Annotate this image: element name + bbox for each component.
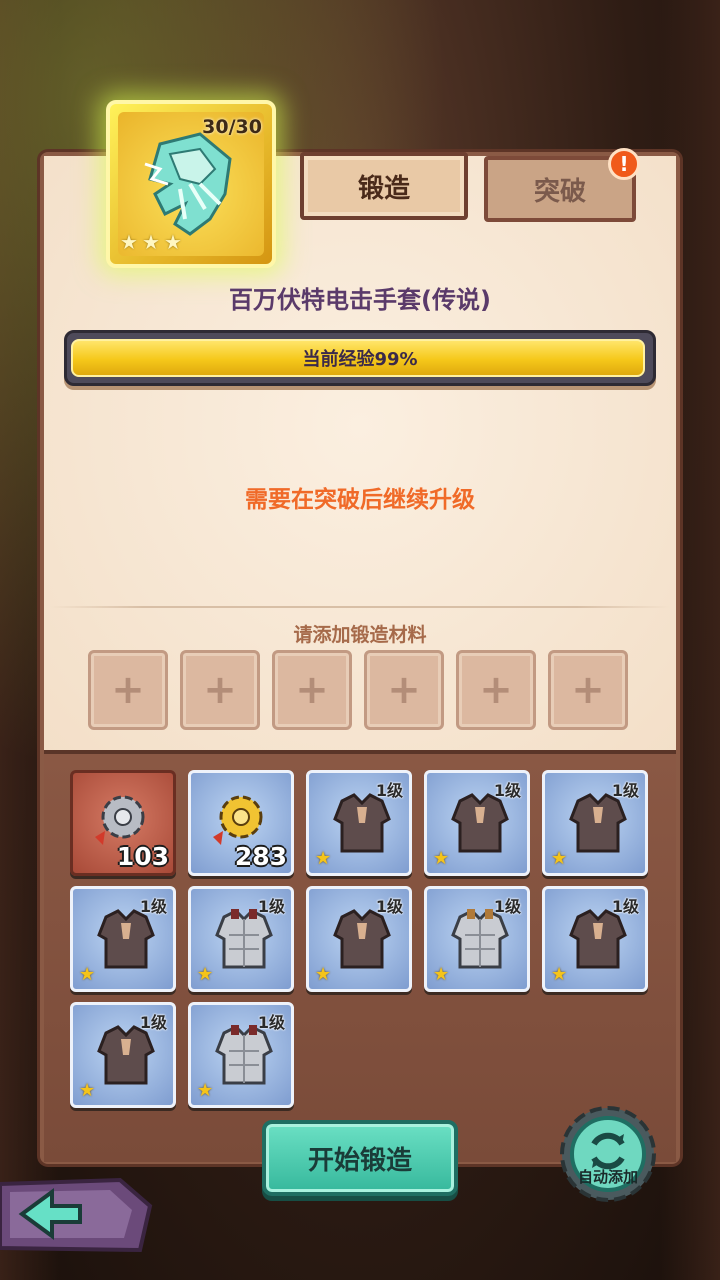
experience-label: 当前经验99% bbox=[302, 349, 418, 370]
item-level: 1级 bbox=[493, 781, 521, 800]
auto-add-button[interactable] bbox=[558, 1104, 658, 1204]
inventory-item-armor[interactable]: 1级 ★ bbox=[542, 770, 648, 876]
star-icon: ★ bbox=[315, 964, 332, 985]
item-card[interactable]: 30/30 ★ ★ ★ bbox=[106, 100, 276, 268]
material-slot[interactable]: + bbox=[180, 650, 260, 730]
star-icon: ★ bbox=[164, 230, 182, 254]
auto-add-label: 自动添加 bbox=[577, 1168, 638, 1186]
star-icon: ★ bbox=[79, 964, 96, 985]
item-title: 百万伏特电击手套(传说) bbox=[229, 286, 491, 314]
item-level: 1级 bbox=[375, 897, 403, 916]
item-level: 1级 bbox=[493, 897, 521, 916]
item-level: 1级 bbox=[257, 1013, 285, 1032]
inventory-item-armor[interactable]: 1级 ★ bbox=[424, 770, 530, 876]
item-level: 1级 bbox=[375, 781, 403, 800]
alert-badge: ! bbox=[608, 148, 640, 180]
material-slot[interactable]: + bbox=[456, 650, 536, 730]
item-level: 1级 bbox=[139, 897, 167, 916]
star-icon: ★ bbox=[120, 230, 138, 254]
inventory-item-armor[interactable]: 1级 ★ bbox=[70, 1002, 176, 1108]
inventory-item-silver-gear[interactable]: 103 bbox=[70, 770, 176, 876]
item-level: 1级 bbox=[611, 897, 639, 916]
tab-forge[interactable]: 锻造 bbox=[300, 152, 468, 220]
electric-glove-icon bbox=[144, 132, 232, 236]
material-slots: + + + + + + bbox=[88, 650, 628, 730]
star-icon: ★ bbox=[142, 230, 160, 254]
star-icon: ★ bbox=[197, 964, 214, 985]
item-quantity: 103 bbox=[116, 842, 169, 871]
item-stars: ★ ★ ★ bbox=[120, 232, 184, 252]
material-slot[interactable]: + bbox=[364, 650, 444, 730]
star-icon: ★ bbox=[551, 848, 568, 869]
inventory-grid: 103 283 1级 ★ 1级 ★ 1级 ★ 1级 ★ 1级 ★ 1级 ★ 1级… bbox=[44, 750, 676, 1162]
add-materials-hint: 请添加锻造材料 bbox=[293, 624, 427, 646]
inventory-item-armor[interactable]: 1级 ★ bbox=[424, 886, 530, 992]
star-icon: ★ bbox=[433, 964, 450, 985]
inventory-item-armor[interactable]: 1级 ★ bbox=[70, 886, 176, 992]
star-icon: ★ bbox=[79, 1080, 96, 1101]
inventory-item-armor[interactable]: 1级 ★ bbox=[306, 770, 412, 876]
item-count: 30/30 bbox=[202, 116, 262, 138]
star-icon: ★ bbox=[551, 964, 568, 985]
inventory-item-armor[interactable]: 1级 ★ bbox=[188, 1002, 294, 1108]
material-slot[interactable]: + bbox=[272, 650, 352, 730]
material-slot[interactable]: + bbox=[88, 650, 168, 730]
start-forge-button[interactable]: 开始锻造 bbox=[262, 1120, 458, 1196]
material-slot[interactable]: + bbox=[548, 650, 628, 730]
item-level: 1级 bbox=[611, 781, 639, 800]
item-level: 1级 bbox=[257, 897, 285, 916]
item-quantity: 283 bbox=[234, 842, 287, 871]
star-icon: ★ bbox=[197, 1080, 214, 1101]
back-arrow-button[interactable] bbox=[0, 1176, 160, 1254]
breakthrough-notice: 需要在突破后继续升级 bbox=[245, 487, 475, 513]
star-icon: ★ bbox=[433, 848, 450, 869]
inventory-item-gold-gear[interactable]: 283 bbox=[188, 770, 294, 876]
experience-bar: 当前经验99% bbox=[64, 330, 656, 386]
inventory-item-armor[interactable]: 1级 ★ bbox=[306, 886, 412, 992]
inventory-item-armor[interactable]: 1级 ★ bbox=[188, 886, 294, 992]
inventory-item-armor[interactable]: 1级 ★ bbox=[542, 886, 648, 992]
star-icon: ★ bbox=[315, 848, 332, 869]
divider bbox=[50, 606, 670, 608]
item-level: 1级 bbox=[139, 1013, 167, 1032]
